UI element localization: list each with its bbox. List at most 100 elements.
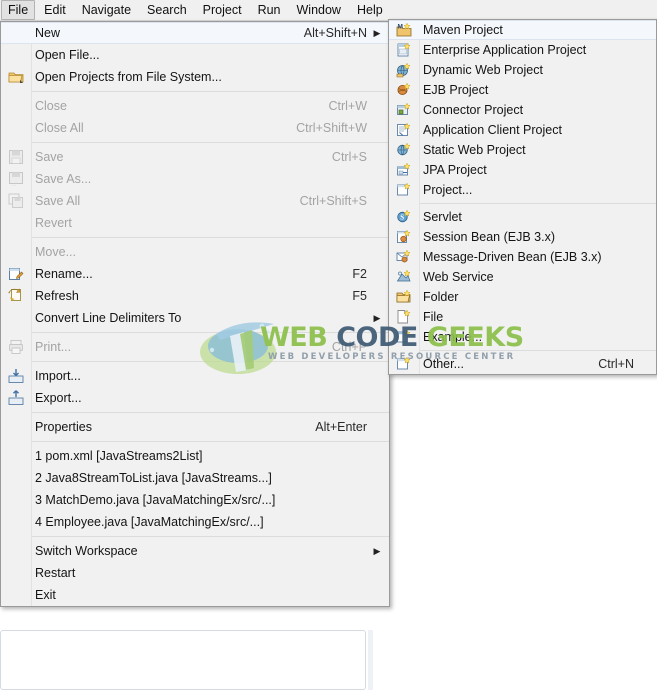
menu-item-shortcut: F2 (352, 267, 367, 281)
menu-item-enterprise-application-project[interactable]: Enterprise Application Project (389, 40, 656, 60)
menu-item-application-client-project[interactable]: Application Client Project (389, 120, 656, 140)
menu-item-shortcut: Ctrl+P (331, 340, 367, 354)
menu-item-3-matchdemo-java-javamatchingex-src[interactable]: 3 MatchDemo.java [JavaMatchingEx/src/...… (1, 489, 389, 511)
open-folder-icon (1, 66, 31, 88)
menu-item-label: Export... (35, 391, 82, 405)
menu-item-label: Print... (35, 340, 72, 354)
menu-item-icon-slot (1, 540, 31, 562)
menu-item-open-file[interactable]: Open File... (1, 44, 389, 66)
menu-item-import[interactable]: Import... (1, 365, 389, 387)
menubar-item-help[interactable]: Help (350, 0, 390, 20)
menu-item-label: Save (35, 150, 64, 164)
menu-item-convert-line-delimiters-to[interactable]: Convert Line Delimiters To ▶ (1, 307, 389, 329)
menu-item-label: Save All (35, 194, 81, 208)
menu-item-label: Properties (35, 420, 92, 434)
jpa-project-icon (389, 159, 419, 181)
menu-item-icon-slot (1, 445, 31, 467)
menu-item-revert: Revert (1, 212, 389, 234)
menu-item-label: Session Bean (EJB 3.x) (423, 230, 556, 244)
menubar-item-project[interactable]: Project (196, 0, 249, 20)
menu-separator (31, 412, 389, 413)
menu-separator (31, 142, 389, 143)
menu-item-4-employee-java-javamatchingex-src[interactable]: 4 Employee.java [JavaMatchingEx/src/...] (1, 511, 389, 533)
menubar-item-edit[interactable]: Edit (37, 0, 73, 20)
menu-bar: File Edit Navigate Search Project Run Window He… (0, 0, 657, 21)
message-driven-bean-icon (389, 246, 419, 268)
menu-item-label: 4 Employee.java [JavaMatchingEx/src/...] (35, 515, 264, 529)
menu-item-shortcut: Ctrl+S (331, 150, 367, 164)
menu-item-label: Refresh (35, 289, 79, 303)
menu-item-label: 3 MatchDemo.java [JavaMatchingEx/src/...… (35, 493, 276, 507)
menu-item-maven-project[interactable]: M Maven Project (389, 20, 656, 40)
menu-item-ejb-project[interactable]: EJB Project (389, 80, 656, 100)
menu-item-1-pom-xml-javastreams2list[interactable]: 1 pom.xml [JavaStreams2List] (1, 445, 389, 467)
menu-item-rename[interactable]: Rename... F2 (1, 263, 389, 285)
menu-item-label: Import... (35, 369, 81, 383)
menubar-item-navigate[interactable]: Navigate (75, 0, 138, 20)
menu-item-label: File (423, 310, 444, 324)
submenu-arrow-icon: ▶ (373, 545, 381, 556)
menu-item-properties[interactable]: Properties Alt+Enter (1, 416, 389, 438)
menu-item-2-java8streamtolist-java-javastreams[interactable]: 2 Java8StreamToList.java [JavaStreams...… (1, 467, 389, 489)
menu-item-switch-workspace[interactable]: Switch Workspace ▶ (1, 540, 389, 562)
menu-item-refresh[interactable]: Refresh F5 (1, 285, 389, 307)
menu-item-label: Rename... (35, 267, 93, 281)
menu-separator (31, 237, 389, 238)
menu-item-static-web-project[interactable]: Static Web Project (389, 140, 656, 160)
submenu-arrow-icon: ▶ (373, 27, 381, 38)
menu-item-save-all: Save All Ctrl+Shift+S (1, 190, 389, 212)
menu-item-label: 2 Java8StreamToList.java [JavaStreams...… (35, 471, 272, 485)
menu-item-dynamic-web-project[interactable]: Dynamic Web Project (389, 60, 656, 80)
menu-item-label: New (35, 26, 61, 40)
file-menu-popup: New Alt+Shift+N ▶ Open File... Open Projects… (0, 21, 390, 607)
menu-item-icon-slot (1, 117, 31, 139)
menu-item-exit[interactable]: Exit (1, 584, 389, 606)
maven-project-icon: M (389, 19, 419, 41)
menu-item-new[interactable]: New Alt+Shift+N ▶ (1, 22, 389, 44)
menu-item-servlet[interactable]: S Servlet (389, 207, 656, 227)
menu-item-shortcut: Ctrl+W (328, 99, 367, 113)
menu-item-icon-slot (1, 307, 31, 329)
menu-item-message-driven-bean-ejb-3-x[interactable]: Message-Driven Bean (EJB 3.x) (389, 247, 656, 267)
menu-item-label: Enterprise Application Project (423, 43, 587, 57)
menu-item-shortcut: Alt+Enter (315, 420, 367, 434)
menu-item-session-bean-ejb-3-x[interactable]: Session Bean (EJB 3.x) (389, 227, 656, 247)
menu-item-project[interactable]: Project... (389, 180, 656, 200)
menu-item-icon-slot (1, 467, 31, 489)
menu-item-icon-slot (1, 511, 31, 533)
menu-item-label: Close (35, 99, 67, 113)
menu-item-shortcut: Ctrl+N (598, 357, 634, 371)
menu-item-label: Folder (423, 290, 459, 304)
save-icon (1, 146, 31, 168)
menu-item-save: Save Ctrl+S (1, 146, 389, 168)
export-icon (1, 387, 31, 409)
menu-item-label: Dynamic Web Project (423, 63, 543, 77)
menu-item-restart[interactable]: Restart (1, 562, 389, 584)
menu-item-icon-slot (1, 22, 31, 44)
menu-item-web-service[interactable]: Web Service (389, 267, 656, 287)
menu-item-label: Move... (35, 245, 76, 259)
menu-item-shortcut: Ctrl+Shift+W (296, 121, 367, 135)
menu-item-other[interactable]: Other... Ctrl+N (389, 354, 656, 374)
menu-item-file[interactable]: File (389, 307, 656, 327)
menu-item-close-all: Close All Ctrl+Shift+W (1, 117, 389, 139)
menu-item-connector-project[interactable]: Connector Project (389, 100, 656, 120)
menu-item-open-projects-from-file-system[interactable]: Open Projects from File System... (1, 66, 389, 88)
menu-item-label: Save As... (35, 172, 92, 186)
menu-item-label: Servlet (423, 210, 462, 224)
menubar-item-run[interactable]: Run (251, 0, 288, 20)
menu-item-folder[interactable]: Folder (389, 287, 656, 307)
menubar-item-search[interactable]: Search (140, 0, 194, 20)
web-service-icon (389, 266, 419, 288)
file-icon (389, 306, 419, 328)
import-icon (1, 365, 31, 387)
menu-item-jpa-project[interactable]: JPA Project (389, 160, 656, 180)
editor-panel (0, 630, 366, 690)
menu-item-example[interactable]: Example... (389, 327, 656, 347)
menu-item-icon-slot (1, 489, 31, 511)
menu-item-export[interactable]: Export... (1, 387, 389, 409)
menubar-item-window[interactable]: Window (290, 0, 348, 20)
menu-item-label: Convert Line Delimiters To (35, 311, 182, 325)
menubar-item-file[interactable]: File (1, 0, 36, 20)
enterprise-application-project-icon (389, 39, 419, 61)
